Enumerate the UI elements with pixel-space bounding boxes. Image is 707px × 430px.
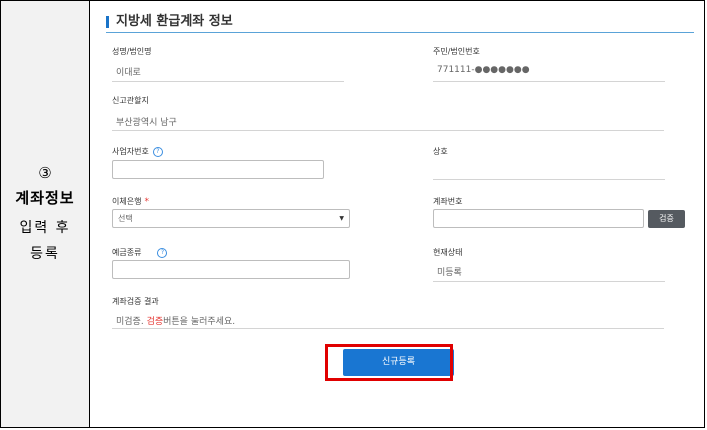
account-type-label-wrap: 예금종류? (112, 247, 168, 258)
verify-button[interactable]: 검증 (648, 210, 685, 228)
title-accent-bar (106, 16, 109, 28)
bank-label-wrap: 이체은행 * (112, 196, 149, 207)
biz-no-label: 사업자번호 (112, 147, 149, 156)
account-label: 계좌번호 (433, 197, 463, 206)
highlight-box (325, 344, 453, 381)
office-label: 신고관할지 (112, 96, 149, 105)
account-input[interactable] (433, 209, 644, 228)
step-column: ③ 계좌정보 입력 후 등록 (1, 1, 90, 427)
name-label: 성명/법인명 (112, 47, 152, 56)
verify-result-underline (112, 328, 664, 329)
trade-name-label: 상호 (433, 147, 448, 156)
status-underline (433, 281, 665, 282)
id-label: 주민/법인번호 (433, 47, 480, 56)
status-value: 미등록 (437, 268, 462, 278)
name-underline (112, 81, 344, 82)
step-description: 입력 후 등록 (19, 220, 71, 262)
verify-result-text: 미검증. 검증버튼을 눌러주세요. (116, 314, 235, 327)
title-divider (106, 32, 694, 33)
bank-select-value: 선택 (118, 214, 133, 223)
step-title: 계좌정보 (15, 189, 75, 207)
id-value: 771111-●●●●●●● (437, 65, 530, 75)
bank-select[interactable]: 선택 ▼ (112, 209, 350, 228)
office-underline (112, 130, 664, 131)
biz-no-label-wrap: 사업자번호? (112, 146, 163, 157)
account-type-input[interactable] (112, 260, 350, 279)
bank-label: 이체은행 (112, 197, 142, 206)
verify-result-label: 계좌검증 결과 (112, 297, 159, 306)
verify-result-prefix: 미검증. (116, 317, 147, 327)
trade-name-underline (433, 179, 665, 180)
account-type-label: 예금종류 (112, 248, 142, 257)
office-value: 부산광역시 남구 (116, 118, 177, 128)
status-label: 현재상태 (433, 248, 463, 257)
name-value: 이대로 (116, 68, 141, 78)
required-marker: * (144, 197, 149, 207)
section-title: 지방세 환급계좌 정보 (116, 14, 233, 29)
step-number: ③ (38, 164, 52, 182)
verify-result-highlight: 검증 (146, 317, 164, 327)
chevron-down-icon: ▼ (339, 215, 344, 222)
biz-no-input[interactable] (112, 160, 324, 179)
refund-account-panel: 지방세 환급계좌 정보 성명/법인명 이대로 주민/법인번호 771111-●●… (98, 4, 698, 428)
help-icon[interactable]: ? (152, 146, 163, 157)
id-underline (433, 81, 665, 82)
verify-result-suffix: 버튼을 눌러주세요. (163, 317, 236, 327)
help-icon[interactable]: ? (157, 247, 168, 258)
